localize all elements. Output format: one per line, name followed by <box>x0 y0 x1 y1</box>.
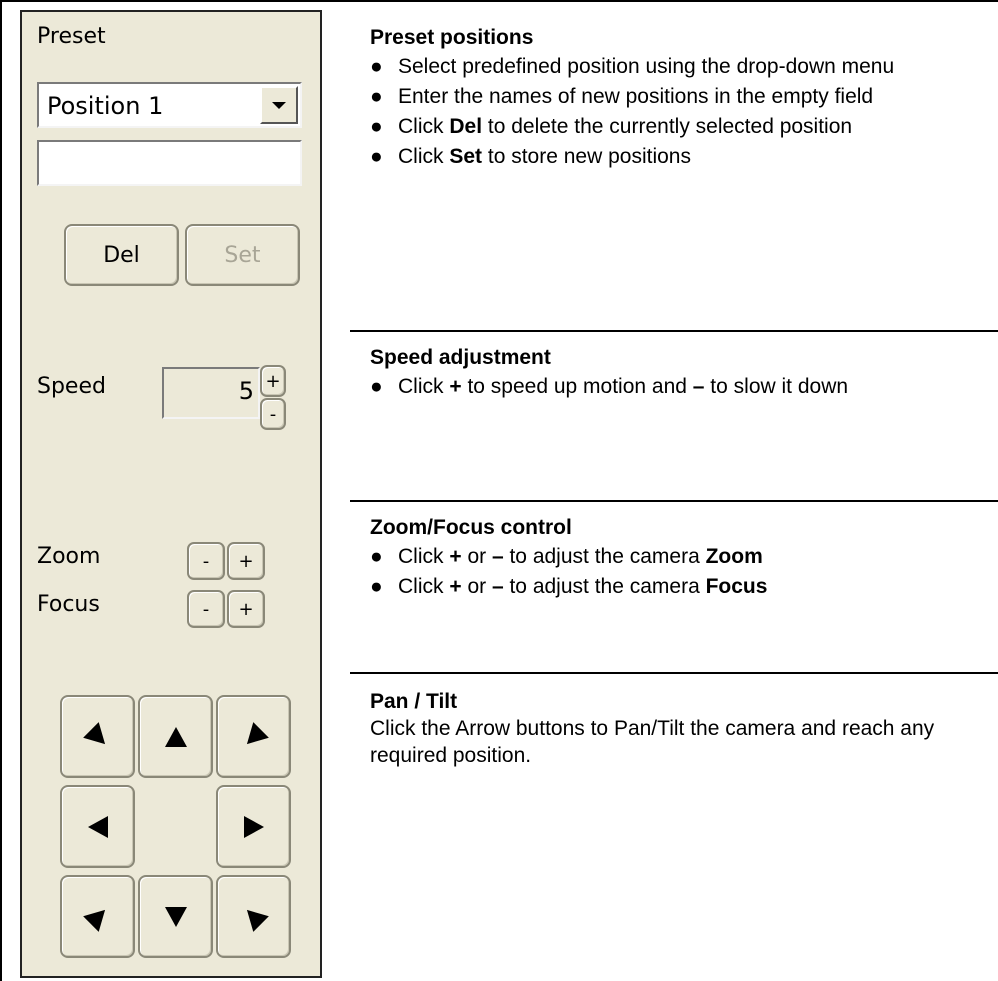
position-select[interactable]: Position 1 <box>37 82 302 128</box>
preset-section: Preset positions ● Select predefined posi… <box>370 24 980 173</box>
speed-minus-button[interactable]: - <box>260 398 286 430</box>
position-name-input[interactable] <box>37 140 302 186</box>
preset-bullet-1: ● Select predefined position using the dr… <box>370 55 895 78</box>
arrow-down-left-icon <box>82 901 113 932</box>
position-select-value: Position 1 <box>47 92 164 120</box>
divider-2 <box>350 500 998 502</box>
speed-label: Speed <box>37 374 106 399</box>
zoomfocus-title: Zoom/Focus control <box>370 516 572 539</box>
arrow-down-icon <box>164 906 187 927</box>
pan-up-right-button[interactable] <box>216 695 291 778</box>
top-border <box>0 0 998 2</box>
divider-1 <box>350 330 998 332</box>
speed-bullet-1: ● Click + to speed up motion and – to slo… <box>370 375 849 398</box>
left-border <box>0 0 2 981</box>
del-button[interactable]: Del <box>64 224 179 286</box>
dropdown-arrow-icon[interactable] <box>260 86 298 124</box>
arrow-left-icon <box>87 815 108 838</box>
zoom-label: Zoom <box>37 544 101 569</box>
zoomfocus-section: Zoom/Focus control ● Click + or – to adju… <box>370 514 980 603</box>
ptz-control-panel: Preset Position 1 Del Set Speed 5 + - Zo… <box>20 10 322 978</box>
zoom-bullet: ● Click + or – to adjust the camera Zoom <box>370 545 763 568</box>
focus-plus-button[interactable]: + <box>227 590 265 628</box>
pan-down-left-button[interactable] <box>60 875 135 958</box>
pan-right-button[interactable] <box>216 785 291 868</box>
preset-bullet-2: ● Enter the names of new positions in the… <box>370 85 874 108</box>
speed-plus-button[interactable]: + <box>260 365 286 397</box>
pantilt-section: Pan / Tilt Click the Arrow buttons to Pa… <box>370 688 950 769</box>
tilt-up-button[interactable] <box>138 695 213 778</box>
arrow-right-icon <box>243 815 264 838</box>
preset-label: Preset <box>37 24 106 49</box>
speed-value-field: 5 <box>162 367 260 419</box>
speed-title: Speed adjustment <box>370 346 551 369</box>
zoom-minus-button[interactable]: - <box>187 542 225 580</box>
preset-bullet-3: ● Click Del to delete the currently selec… <box>370 115 853 138</box>
arrow-down-right-icon <box>238 901 269 932</box>
set-button[interactable]: Set <box>185 224 300 286</box>
tilt-down-button[interactable] <box>138 875 213 958</box>
pan-up-left-button[interactable] <box>60 695 135 778</box>
focus-minus-button[interactable]: - <box>187 590 225 628</box>
arrow-up-right-icon <box>238 721 269 752</box>
pan-down-right-button[interactable] <box>216 875 291 958</box>
pan-left-button[interactable] <box>60 785 135 868</box>
speed-section: Speed adjustment ● Click + to speed up mo… <box>370 344 980 403</box>
arrow-up-left-icon <box>82 721 113 752</box>
pantilt-title: Pan / Tilt <box>370 690 458 713</box>
pantilt-text: Click the Arrow buttons to Pan/Tilt the … <box>370 717 935 767</box>
preset-title: Preset positions <box>370 26 534 49</box>
focus-bullet: ● Click + or – to adjust the camera Focus <box>370 575 768 598</box>
arrow-up-icon <box>164 726 187 747</box>
preset-bullet-4: ● Click Set to store new positions <box>370 145 691 168</box>
zoom-plus-button[interactable]: + <box>227 542 265 580</box>
divider-3 <box>350 672 998 674</box>
focus-label: Focus <box>37 592 100 617</box>
